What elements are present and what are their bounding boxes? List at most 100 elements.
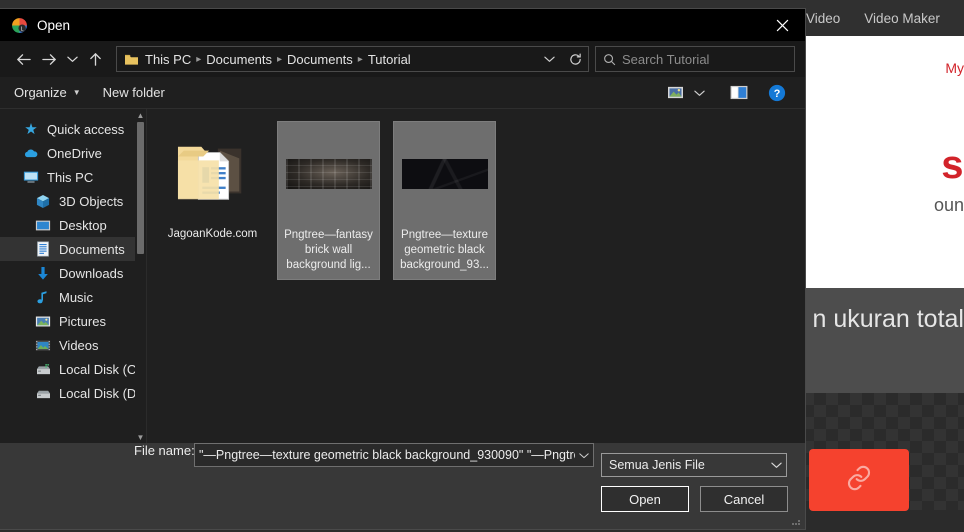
background-account-link[interactable]: My [945,60,964,76]
music-note-icon [34,289,52,305]
file-item-folder[interactable]: JagoanKode.com [161,121,264,248]
sidebar-label: 3D Objects [59,194,123,209]
dialog-titlebar[interactable]: L Open [0,9,805,41]
file-grid: JagoanKode.com Pngtree—fantasy brick wal… [161,121,805,280]
close-icon[interactable] [759,9,805,41]
sidebar-item-downloads[interactable]: Downloads [0,261,146,285]
resize-grip-icon[interactable] [790,514,802,526]
sidebar-item-pictures[interactable]: Pictures [0,309,146,333]
sidebar-label: Desktop [59,218,107,233]
sidebar-label: Music [59,290,93,305]
sidebar-item-music[interactable]: Music [0,285,146,309]
monitor-icon [22,169,40,185]
help-icon[interactable]: ? [763,81,791,105]
sidebar-label: Videos [59,338,99,353]
disk-icon [34,385,52,401]
sidebar-item-local-disk-d[interactable]: Local Disk (D:) [0,381,146,405]
breadcrumb-documents-1[interactable]: Documents [202,52,276,67]
sidebar-item-quick-access[interactable]: Quick access [0,117,146,141]
folder-with-document-thumb [165,125,261,221]
dialog-command-bar: Organize ▼ New folder [0,77,805,109]
sidebar-item-3d-objects[interactable]: 3D Objects [0,189,146,213]
download-icon [34,265,52,281]
background-red-card[interactable] [809,449,909,511]
sidebar-label: Local Disk (D:) [59,386,144,401]
sidebar-label: Quick access [47,122,124,137]
sidebar-label: Downloads [59,266,123,281]
new-folder-button[interactable]: New folder [103,85,165,100]
filename-value: "—Pngtree—texture geometric black backgr… [199,448,575,462]
file-item-label: Pngtree—texture geometric black backgrou… [397,228,493,273]
sidebar-label: OneDrive [47,146,102,161]
sidebar-item-documents[interactable]: Documents [0,237,146,261]
background-gray-band-text: n ukuran total [813,305,964,334]
chevron-down-icon[interactable] [536,47,562,71]
organize-label: Organize [14,85,67,100]
cube-icon [34,193,52,209]
sidebar-item-this-pc[interactable]: This PC [0,165,146,189]
sidebar-scrollbar-thumb[interactable] [137,122,144,254]
open-file-dialog: L Open [0,8,806,530]
cancel-button[interactable]: Cancel [700,486,788,512]
cloud-icon [22,145,40,161]
sidebar-scrollbar[interactable]: ▲ ▼ [135,109,146,443]
geometric-black-thumb [397,126,493,222]
new-folder-label: New folder [103,85,165,100]
sidebar-item-videos[interactable]: Videos [0,333,146,357]
brick-wall-thumb [281,126,377,222]
sidebar-label: Local Disk (C:) [59,362,144,377]
chevron-down-icon: ▼ [73,88,81,97]
file-item-image-geometric[interactable]: Pngtree—texture geometric black backgrou… [393,121,496,280]
picture-icon [34,313,52,329]
dialog-title: Open [37,18,70,33]
sidebar-item-local-disk-c[interactable]: Local Disk (C:) [0,357,146,381]
chevron-down-icon[interactable]: ▼ [135,431,146,443]
filename-input[interactable]: "—Pngtree—texture geometric black backgr… [194,443,594,467]
preview-pane-icon[interactable] [725,81,753,105]
arrow-up-icon[interactable] [82,46,108,72]
documents-icon [34,241,52,257]
file-item-image-brick[interactable]: Pngtree—fantasy brick wall background li… [277,121,380,280]
sidebar-label: Pictures [59,314,106,329]
filename-label: File name: [134,443,195,458]
refresh-icon[interactable] [562,47,588,71]
filetype-select[interactable]: Semua Jenis File [601,453,787,477]
disk-system-icon [34,361,52,377]
background-nav-item-video[interactable]: Video [806,11,840,26]
search-placeholder-text: Search Tutorial [622,52,709,67]
chevron-up-icon[interactable]: ▲ [135,109,146,121]
background-hero-title: s [941,143,964,188]
folder-icon [124,53,139,66]
star-icon [22,121,40,137]
chevron-down-icon[interactable] [575,452,593,459]
breadcrumb-tutorial[interactable]: Tutorial [364,52,415,67]
file-item-label: JagoanKode.com [165,227,261,242]
svg-text:L: L [21,26,24,32]
breadcrumb-documents-2[interactable]: Documents [283,52,357,67]
chevron-down-icon[interactable] [689,81,709,105]
sidebar-item-onedrive[interactable]: OneDrive [0,141,146,165]
organize-button[interactable]: Organize ▼ [14,85,81,100]
dialog-navigation-bar: This PC ▸ Documents ▸ Documents ▸ Tutori… [0,41,805,77]
view-layout-icon[interactable] [661,81,689,105]
file-item-label: Pngtree—fantasy brick wall background li… [281,228,377,273]
file-list-view[interactable]: JagoanKode.com Pngtree—fantasy brick wal… [147,109,805,443]
breadcrumb-separator: ▸ [195,54,202,65]
dialog-body: Quick access OneDrive This PC [0,109,805,443]
svg-text:?: ? [774,88,781,100]
breadcrumb-this-pc[interactable]: This PC [141,52,195,67]
navigation-sidebar: Quick access OneDrive This PC [0,109,147,443]
sidebar-item-desktop[interactable]: Desktop [0,213,146,237]
search-input[interactable]: Search Tutorial [595,46,795,72]
address-bar[interactable]: This PC ▸ Documents ▸ Documents ▸ Tutori… [116,46,589,72]
chevron-down-icon[interactable] [62,46,82,72]
search-icon [603,53,616,66]
breadcrumb-separator: ▸ [276,54,283,65]
video-icon [34,337,52,353]
sidebar-label: This PC [47,170,93,185]
arrow-left-icon[interactable] [10,46,36,72]
arrow-right-icon[interactable] [36,46,62,72]
open-button[interactable]: Open [601,486,689,512]
background-nav-item-video-maker[interactable]: Video Maker [864,11,940,26]
chevron-down-icon[interactable] [766,461,786,469]
